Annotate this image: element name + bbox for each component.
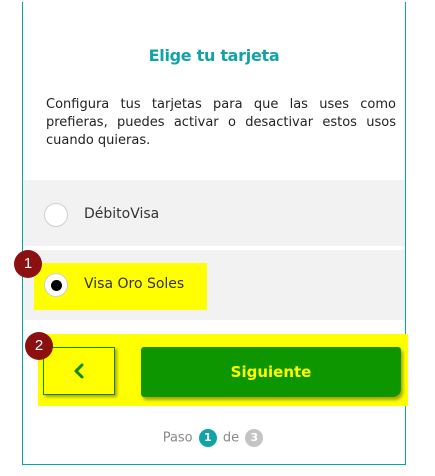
- radio-button-selected[interactable]: [44, 273, 68, 297]
- option-visa-oro-soles[interactable]: Visa Oro Soles: [23, 250, 405, 320]
- chevron-left-icon: [74, 363, 84, 379]
- page-title: Elige tu tarjeta: [148, 46, 280, 65]
- option-debito-visa[interactable]: DébitoVisa: [23, 180, 405, 246]
- annotation-badge-2: 2: [25, 332, 53, 360]
- radio-button-unselected[interactable]: [44, 203, 68, 227]
- annotation-badge-1: 1: [14, 250, 42, 278]
- description-text: Configura tus tarjetas para que las uses…: [46, 97, 396, 148]
- back-button[interactable]: [43, 347, 115, 395]
- next-button[interactable]: Siguiente: [141, 347, 401, 397]
- current-step-badge: 1: [198, 429, 217, 447]
- step-connector: de: [222, 430, 240, 446]
- step-indicator: Paso 1 de 3: [23, 429, 405, 447]
- option-label: DébitoVisa: [84, 206, 160, 222]
- card-frame: Elige tu tarjeta Configura tus tarjetas …: [22, 2, 408, 465]
- step-prefix: Paso: [162, 430, 193, 446]
- option-label: Visa Oro Soles: [84, 276, 185, 292]
- total-steps-badge: 3: [245, 429, 264, 447]
